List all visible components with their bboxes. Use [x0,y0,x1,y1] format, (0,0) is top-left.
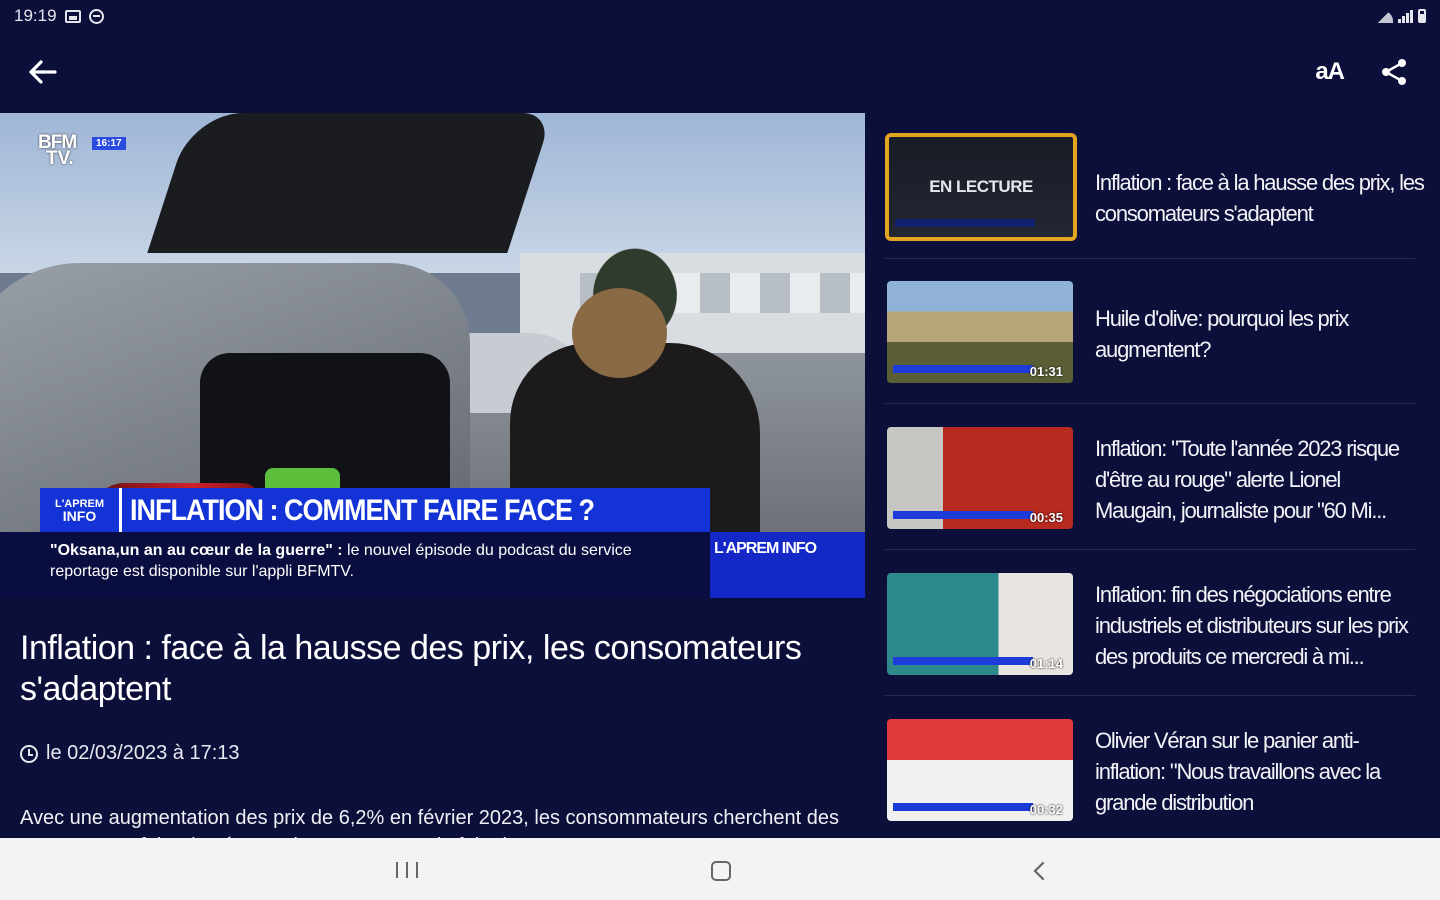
wifi-icon [1377,11,1393,23]
now-playing-label: EN LECTURE [889,137,1073,237]
status-time: 19:19 [14,6,57,25]
signal-icon [1398,10,1413,23]
channel-logo: BFM TV. 16:17 [38,133,126,169]
news-ticker: "Oksana,un an au cœur de la guerre" : le… [0,532,710,598]
system-navigation-bar [0,838,1440,900]
video-headline: INFLATION : COMMENT FAIRE FACE ? [130,492,595,526]
lower-third: L'APREM INFO INFLATION : COMMENT FAIRE F… [40,488,710,532]
do-not-disturb-icon [88,8,104,24]
home-button[interactable] [711,861,731,881]
playlist-item[interactable]: 01:31 Huile d'olive: pourquoi les prix a… [885,271,1420,401]
video-player[interactable]: BFM TV. 16:17 L'APREM INFO INFLATION : C… [0,113,865,598]
ticker-bold-text: "Oksana,un an au cœur de la guerre" : [50,542,343,559]
article-date-row: le 02/03/2023 à 17:13 [20,742,240,765]
share-button[interactable] [1374,52,1414,92]
article-title: Inflation : face à la hausse des prix, l… [20,629,802,708]
video-thumbnail: EN LECTURE [885,133,1077,241]
status-bar: 19:19 [0,0,1440,32]
video-duration: 00:35 [1029,510,1063,525]
chevron-left-icon [1033,861,1045,881]
channel-logo-bottom: TV. [46,148,74,169]
video-playlist: EN LECTURE Inflation : face à la hausse … [865,113,1440,838]
playlist-item[interactable]: 00:35 Inflation: "Toute l'année 2023 ris… [885,417,1420,547]
clock-icon [20,744,38,763]
playlist-item-title: Olivier Véran sur le panier anti-inflati… [1095,728,1381,815]
arrow-left-icon [29,60,57,84]
app-bar: aA [0,32,1440,112]
channel-time: 16:17 [92,137,126,150]
playlist-item-title: Inflation: fin des négociations entre in… [1095,582,1409,669]
show-badge: L'APREM INFO [40,488,122,532]
image-notification-icon [64,9,81,23]
playlist-item[interactable]: 00:32 Olivier Véran sur le panier anti-i… [885,709,1420,838]
playlist-item-title: Inflation: "Toute l'année 2023 risque d'… [1095,436,1400,523]
share-icon [1382,59,1406,85]
playlist-item-title: Inflation : face à la hausse des prix, l… [1095,170,1425,226]
show-badge-line2: INFO [62,508,97,524]
video-duration: 01:14 [1029,656,1063,671]
recents-button[interactable] [396,862,418,878]
back-button[interactable] [22,52,62,92]
video-thumbnail: 01:14 [887,573,1073,675]
playlist-item-title: Huile d'olive: pourquoi les prix augment… [1095,306,1349,362]
video-duration: 01:31 [1029,364,1063,379]
video-duration: 00:32 [1029,802,1063,817]
article-body: Avec une augmentation des prix de 6,2% e… [20,807,839,838]
video-thumbnail: 00:35 [887,427,1073,529]
text-size-button[interactable]: aA [1315,52,1345,92]
system-back-button[interactable] [1030,860,1050,882]
video-thumbnail: 01:31 [887,281,1073,383]
ticker-show-name: L'APREM INFO [710,532,865,598]
battery-icon [1418,9,1426,23]
article-date: le 02/03/2023 à 17:13 [46,742,240,764]
playlist-item[interactable]: 01:14 Inflation: fin des négociations en… [885,563,1420,693]
playlist-item-active[interactable]: EN LECTURE Inflation : face à la hausse … [885,125,1425,255]
video-thumbnail: 00:32 [887,719,1073,821]
